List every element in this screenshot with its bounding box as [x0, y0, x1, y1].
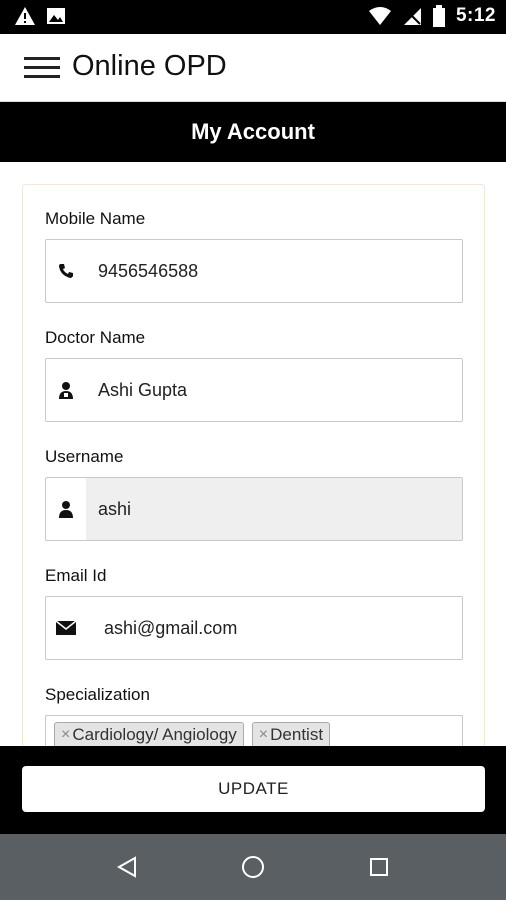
no-signal-icon [403, 8, 421, 25]
email-field[interactable]: ashi@gmail.com [45, 596, 463, 660]
app-title: Online OPD [72, 50, 227, 82]
email-label: Email Id [45, 566, 107, 585]
status-time: 5:12 [455, 5, 496, 26]
account-form-scroll[interactable]: Mobile Name 9456546588 Doctor Name Ashi … [0, 162, 506, 746]
page-title: My Account [0, 102, 506, 162]
hamburger-menu-icon[interactable] [24, 55, 60, 81]
phone-icon [46, 240, 86, 302]
envelope-icon [46, 597, 86, 659]
chip-label: Dentist [270, 725, 324, 744]
user-icon [46, 478, 86, 540]
chip-label: Cardiology/ Angiology [72, 725, 237, 744]
system-nav-bar [0, 834, 506, 900]
doctor-name-field[interactable]: Ashi Gupta [45, 358, 463, 422]
mobile-field[interactable]: 9456546588 [45, 239, 463, 303]
username-field: ashi [45, 477, 463, 541]
specialization-chip[interactable]: × Cardiology/ Angiology [54, 722, 244, 746]
chip-remove-icon[interactable]: × [61, 726, 70, 744]
home-icon[interactable] [238, 852, 268, 882]
email-value: ashi@gmail.com [104, 617, 238, 638]
doctor-name-label: Doctor Name [45, 328, 146, 347]
doctor-name-value: Ashi Gupta [98, 379, 188, 400]
specialization-chip[interactable]: × Dentist [251, 722, 331, 746]
wifi-icon [368, 7, 391, 25]
status-bar: 5:12 [0, 0, 506, 34]
back-icon[interactable] [112, 852, 142, 882]
account-form-card: Mobile Name 9456546588 Doctor Name Ashi … [22, 184, 485, 746]
image-icon [47, 8, 65, 24]
app-bar: Online OPD [0, 34, 506, 102]
update-button[interactable]: UPDATE [22, 766, 485, 812]
mobile-value: 9456546588 [98, 260, 199, 281]
specialization-label: Specialization [45, 685, 150, 704]
specialization-multiselect[interactable]: × Cardiology/ Angiology × Dentist [45, 715, 463, 746]
bottom-action-bar: UPDATE [0, 746, 506, 834]
recents-icon[interactable] [364, 852, 394, 882]
warning-icon [15, 7, 35, 25]
mobile-label: Mobile Name [45, 209, 146, 228]
username-label: Username [45, 447, 124, 466]
username-value: ashi [86, 478, 462, 540]
chip-remove-icon[interactable]: × [259, 726, 268, 744]
doctor-icon [46, 359, 86, 421]
battery-icon [432, 5, 445, 27]
